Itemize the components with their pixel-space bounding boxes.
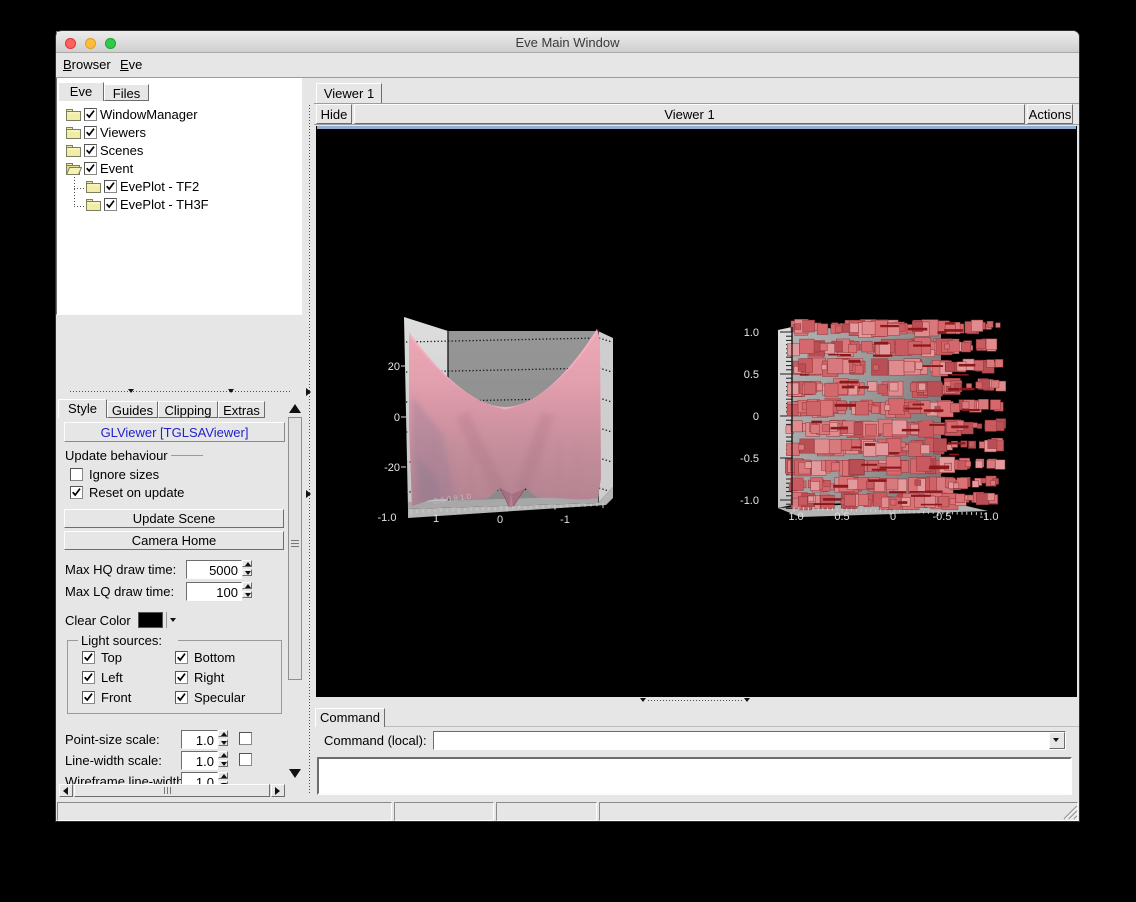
svg-text:-20: -20 bbox=[384, 462, 400, 474]
svg-text:-1.0: -1.0 bbox=[378, 512, 397, 524]
svg-text:0: 0 bbox=[753, 411, 759, 423]
svg-text:-0.5: -0.5 bbox=[933, 511, 952, 523]
svg-text:-1: -1 bbox=[560, 514, 570, 526]
svg-text:20: 20 bbox=[388, 361, 400, 373]
svg-text:0: 0 bbox=[497, 514, 503, 526]
svg-text:-1.0: -1.0 bbox=[740, 495, 759, 507]
svg-text:1.0: 1.0 bbox=[744, 327, 759, 339]
svg-text:1: 1 bbox=[433, 513, 439, 525]
svg-text:0: 0 bbox=[890, 511, 896, 523]
svg-text:1.0: 1.0 bbox=[788, 511, 803, 523]
svg-text:-0.5: -0.5 bbox=[740, 453, 759, 465]
svg-text:0.5: 0.5 bbox=[744, 369, 759, 381]
svg-text:0.5: 0.5 bbox=[834, 511, 849, 523]
svg-text:-1.0: -1.0 bbox=[980, 511, 999, 523]
svg-text:0: 0 bbox=[394, 412, 400, 424]
